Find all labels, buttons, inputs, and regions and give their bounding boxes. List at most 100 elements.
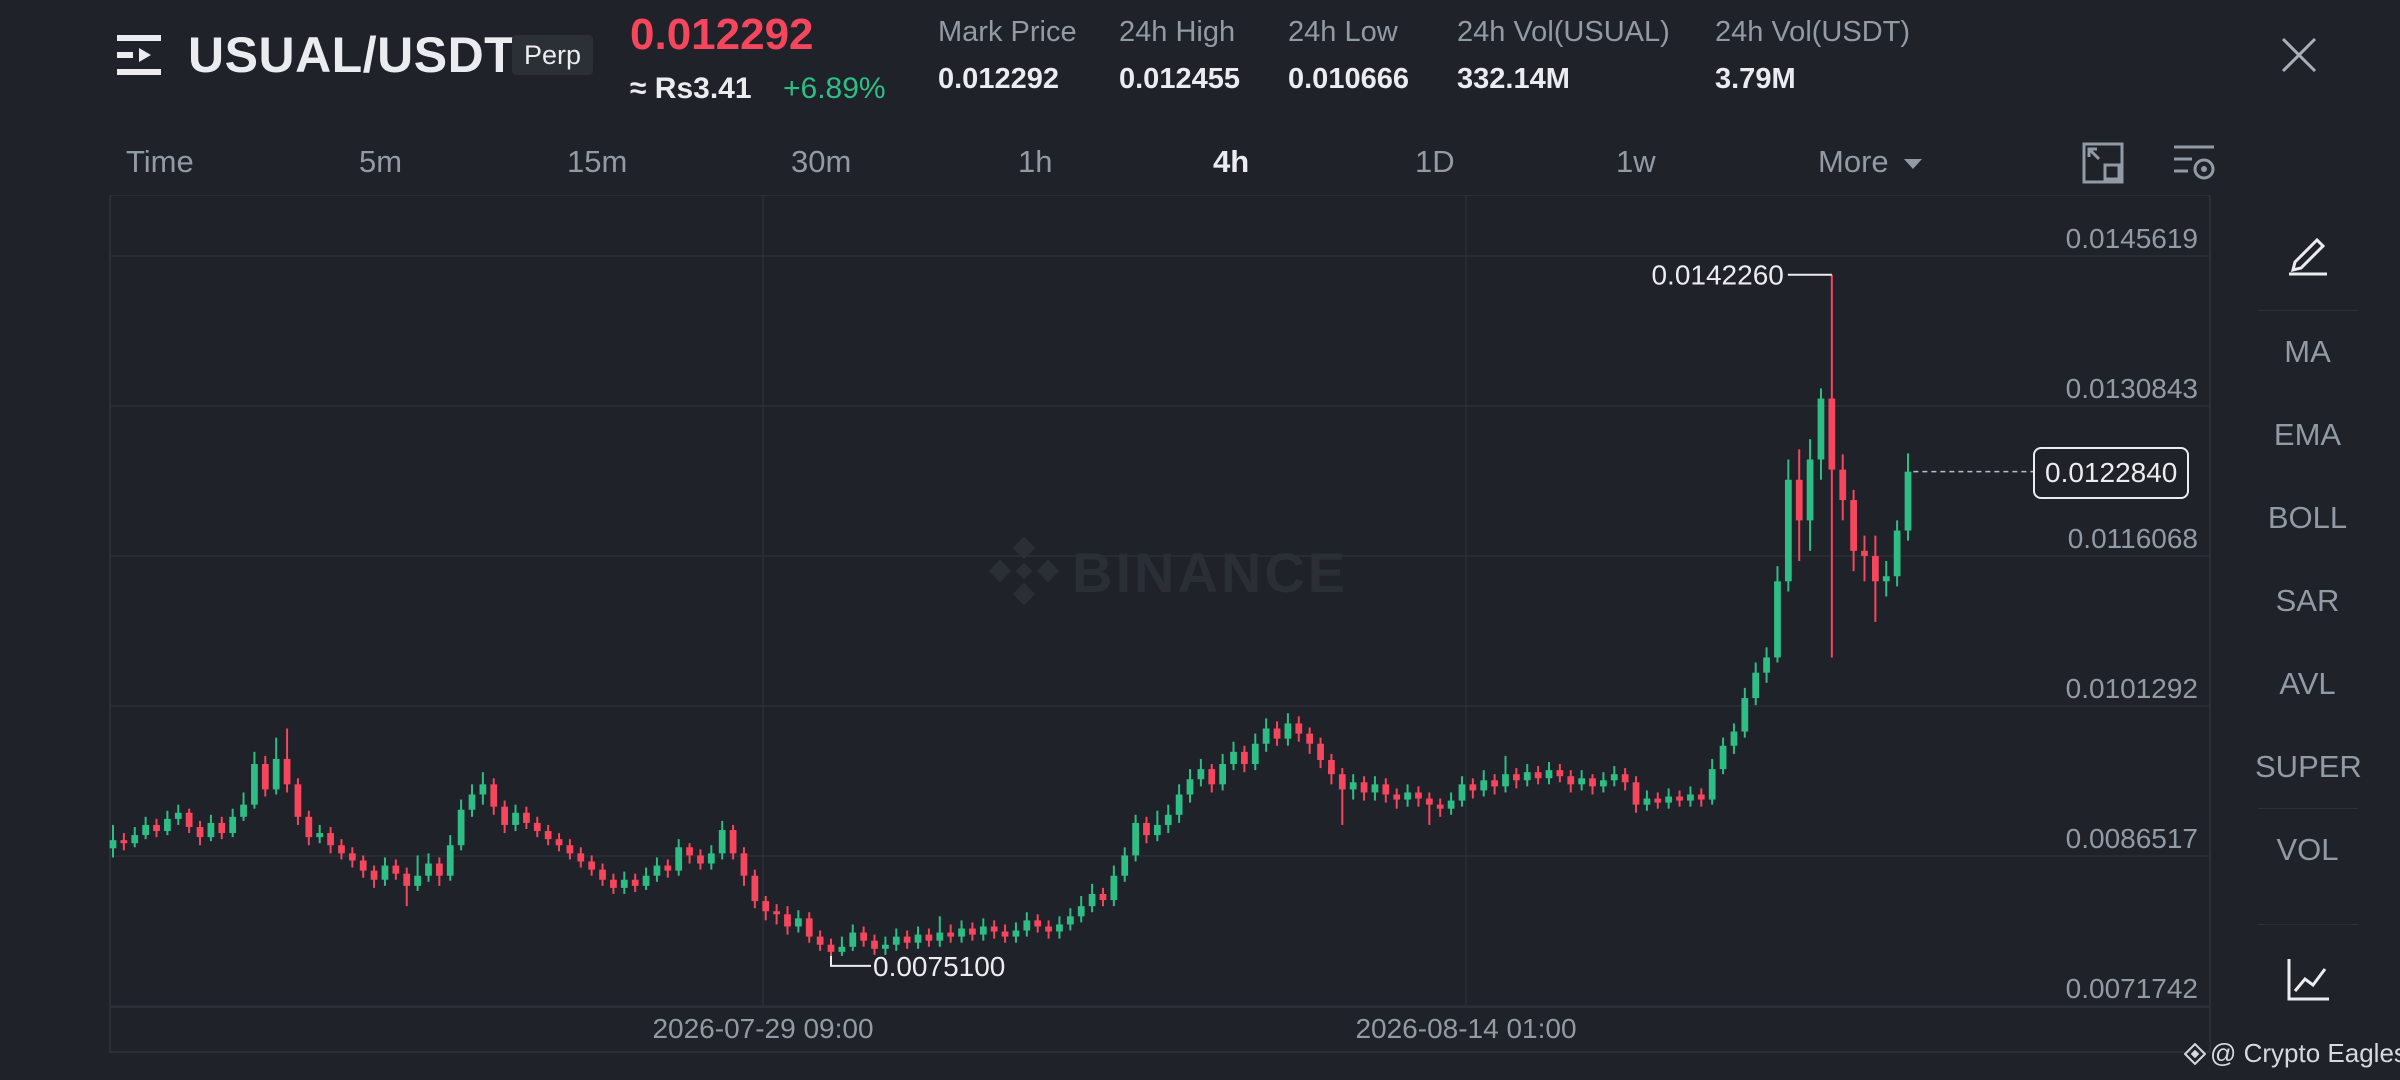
candle — [523, 806, 530, 830]
candle-body — [1251, 743, 1259, 765]
candle-body — [1001, 931, 1009, 937]
last-price: 0.012292 — [630, 10, 814, 59]
candle-body — [773, 911, 780, 915]
indicator-ma[interactable]: MA — [2255, 334, 2360, 370]
candle-body — [1719, 745, 1727, 770]
candle-body — [577, 853, 585, 862]
indicator-ema[interactable]: EMA — [2255, 417, 2360, 453]
trading-pair-title[interactable]: USUAL/USDT — [188, 26, 515, 84]
panel-divider — [2258, 310, 2358, 311]
more-label: More — [1818, 144, 1889, 179]
timeframe-1d[interactable]: 1D — [1415, 144, 1455, 180]
indicator-boll[interactable]: BOLL — [2255, 500, 2360, 536]
candle-body — [229, 816, 237, 834]
candle-body — [1610, 774, 1618, 781]
candle — [1610, 766, 1618, 787]
candle-body — [403, 873, 411, 886]
pencil-icon[interactable] — [2283, 228, 2333, 278]
timeframe-5m[interactable]: 5m — [359, 144, 402, 180]
indicator-sar[interactable]: SAR — [2255, 583, 2360, 619]
candle-body — [794, 918, 802, 927]
candle — [1241, 745, 1248, 773]
x-tick-label: 2026-08-14 01:00 — [1355, 1013, 1577, 1044]
stat-value: 3.79M — [1715, 63, 1796, 95]
timeframe-1h[interactable]: 1h — [1018, 144, 1052, 180]
candle-body — [1349, 782, 1357, 790]
candle — [1893, 520, 1901, 587]
candle-body — [979, 926, 987, 935]
timeframe-1w[interactable]: 1w — [1616, 144, 1656, 180]
candle — [261, 755, 269, 797]
candle-body — [729, 830, 737, 854]
candle — [577, 847, 585, 868]
timeframe-15m[interactable]: 15m — [567, 144, 627, 180]
min-marker-line — [830, 955, 871, 967]
candle-body — [1143, 822, 1150, 836]
timeframe-more[interactable]: More — [1818, 144, 1923, 180]
candle-body — [925, 934, 933, 941]
candle — [1697, 788, 1705, 807]
stat-mark-price: Mark Price 0.012292 — [938, 16, 1077, 96]
candle — [533, 816, 541, 838]
candle-body — [1806, 459, 1814, 521]
candle-body — [446, 845, 454, 876]
indicator-super[interactable]: SUPER — [2255, 749, 2362, 785]
y-tick-label: 0.0071742 — [2065, 973, 2198, 1004]
candle-body — [1545, 770, 1553, 779]
candle-body — [664, 865, 672, 871]
candle — [1197, 758, 1205, 787]
candle — [1262, 718, 1270, 752]
menu-icon[interactable] — [117, 33, 165, 77]
candle-body — [871, 940, 878, 949]
candle — [1839, 454, 1847, 521]
candle — [1034, 914, 1042, 933]
indicator-vol[interactable]: VOL — [2255, 832, 2360, 868]
candle-body — [1850, 500, 1857, 551]
candle — [958, 920, 965, 943]
candlestick-chart[interactable]: BINANCE 0.0142260 0.0075100 — [0, 195, 2220, 1055]
close-icon[interactable] — [2280, 36, 2318, 74]
candle-body — [1469, 784, 1477, 791]
candle — [1284, 713, 1292, 746]
line-chart-icon[interactable] — [2283, 955, 2333, 1005]
candle — [838, 936, 846, 956]
candle-body — [1110, 875, 1118, 901]
candle-body — [1708, 769, 1716, 800]
candle — [1512, 768, 1520, 789]
candle — [1143, 816, 1150, 844]
candle — [501, 800, 509, 834]
timeframe-time[interactable]: Time — [126, 144, 194, 180]
candle-body — [1175, 794, 1183, 815]
candle-body — [1306, 733, 1314, 744]
credit-watermark: @ Crypto Eagles — [2184, 1038, 2400, 1069]
candle — [1088, 883, 1096, 913]
candle — [305, 810, 313, 846]
candle — [903, 930, 911, 949]
candle — [1328, 753, 1335, 785]
candle-body — [892, 936, 900, 945]
candle — [1273, 721, 1281, 746]
candle — [1687, 786, 1694, 807]
candle-body — [1774, 581, 1781, 658]
candle-body — [697, 855, 704, 864]
candle-body — [1186, 779, 1194, 795]
y-tick-label: 0.0145619 — [2065, 223, 2198, 254]
timeframe-30m[interactable]: 30m — [791, 144, 851, 180]
candle-body — [316, 833, 324, 838]
candle — [1425, 792, 1433, 825]
panel-divider — [2258, 808, 2358, 809]
candle-body — [1752, 672, 1760, 699]
candle-body — [1621, 774, 1629, 783]
chart-settings-icon[interactable] — [2172, 141, 2216, 185]
candle-body — [1219, 764, 1227, 785]
candle — [1338, 768, 1346, 825]
contract-type-badge: Perp — [512, 35, 594, 75]
candle-body — [1676, 796, 1683, 801]
candle — [131, 826, 139, 848]
timeframe-4h[interactable]: 4h — [1213, 144, 1249, 180]
fullscreen-icon[interactable] — [2081, 141, 2125, 185]
indicator-avl[interactable]: AVL — [2255, 666, 2360, 702]
candle-body — [1567, 776, 1575, 785]
stat-24h-vol-quote: 24h Vol(USDT) 3.79M — [1715, 16, 1910, 96]
candle — [164, 810, 171, 836]
